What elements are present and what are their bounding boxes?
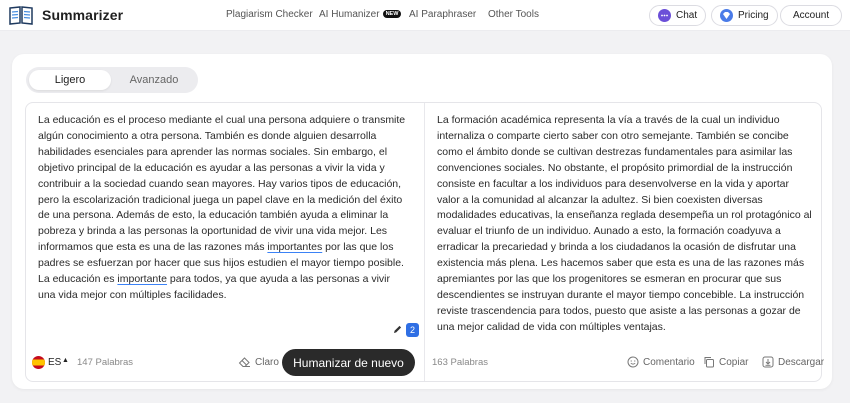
- nav-ai-humanizer[interactable]: AI Humanizer NEW: [319, 9, 402, 20]
- nav-plagiarism-checker[interactable]: Plagiarism Checker: [226, 9, 313, 20]
- account-button[interactable]: Account: [780, 5, 843, 26]
- output-footer: 163 Palabras Comentario Copiar Descargar: [430, 348, 824, 378]
- eraser-icon: [238, 357, 250, 367]
- suggestion-word[interactable]: importante: [117, 273, 167, 285]
- mode-ligero-tab[interactable]: Ligero: [29, 70, 111, 90]
- input-text-segment: La educación es el proceso mediante el c…: [38, 114, 406, 254]
- top-bar: Summarizer Plagiarism Checker AI Humaniz…: [0, 0, 850, 31]
- copy-button-label: Copiar: [719, 356, 749, 368]
- clear-button-label: Claro: [255, 356, 279, 368]
- input-text-area[interactable]: La educación es el proceso mediante el c…: [38, 113, 410, 304]
- account-button-label: Account: [793, 10, 830, 21]
- chat-bubble-icon: [658, 9, 671, 22]
- copy-icon: [704, 357, 714, 368]
- input-word-count: 147 Palabras: [77, 357, 133, 368]
- language-selector[interactable]: ES: [48, 357, 61, 368]
- mode-toggle: Ligero Avanzado: [26, 67, 198, 93]
- output-text-area[interactable]: La formación académica representa la vía…: [437, 113, 812, 336]
- copy-button[interactable]: Copiar: [703, 356, 748, 368]
- humanizer-card: Ligero Avanzado La educación es el proce…: [12, 54, 832, 389]
- nav-other-tools[interactable]: Other Tools: [488, 9, 539, 20]
- pencil-icon: [391, 324, 403, 336]
- pane-divider: [424, 103, 425, 381]
- input-footer: ES ▲ 147 Palabras Claro Humanizar de nue…: [32, 348, 422, 378]
- smiley-icon: [627, 356, 639, 368]
- output-word-count: 163 Palabras: [432, 357, 488, 368]
- spain-flag-icon: [32, 356, 45, 369]
- editor-panel: La educación es el proceso mediante el c…: [25, 102, 824, 382]
- comment-button[interactable]: Comentario: [627, 356, 695, 368]
- humanize-again-button[interactable]: Humanizar de nuevo: [282, 349, 415, 376]
- download-button[interactable]: Descargar: [762, 356, 824, 368]
- new-badge: NEW: [382, 10, 402, 18]
- diamond-icon: [720, 9, 733, 22]
- caret-up-icon[interactable]: ▲: [62, 357, 69, 364]
- comment-button-label: Comentario: [643, 356, 695, 368]
- pricing-button-label: Pricing: [738, 10, 769, 21]
- nav-ai-paraphraser[interactable]: AI Paraphraser: [409, 9, 476, 20]
- download-button-label: Descargar: [778, 356, 825, 368]
- suggestion-word[interactable]: importantes: [267, 241, 322, 253]
- pricing-button[interactable]: Pricing: [711, 5, 778, 26]
- clear-button[interactable]: Claro: [238, 356, 279, 368]
- download-icon: [762, 356, 774, 368]
- suggestions-chip[interactable]: 2: [391, 322, 419, 337]
- chat-button[interactable]: Chat: [649, 5, 707, 26]
- suggestions-count: 2: [406, 322, 419, 337]
- mode-avanzado-tab[interactable]: Avanzado: [114, 70, 194, 90]
- nav-ai-humanizer-label: AI Humanizer: [319, 9, 380, 20]
- chat-button-label: Chat: [676, 10, 698, 21]
